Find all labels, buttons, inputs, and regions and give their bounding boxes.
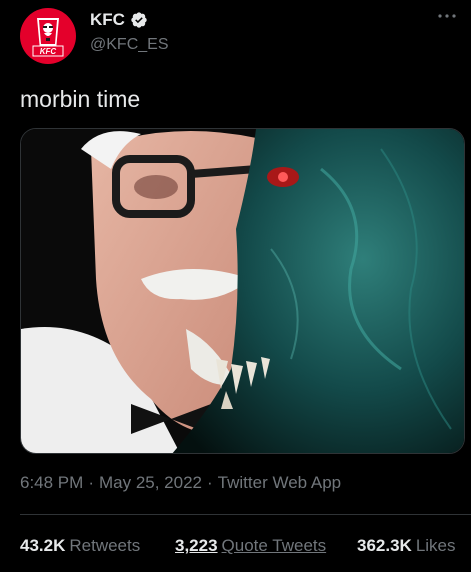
- handle[interactable]: @KFC_ES: [90, 36, 168, 54]
- likes-label: Likes: [415, 536, 456, 555]
- divider: [20, 514, 471, 515]
- quote-tweets-label: Quote Tweets: [221, 536, 327, 555]
- retweets-count: 43.2K: [20, 536, 66, 555]
- meta-separator: ·: [207, 473, 213, 492]
- kfc-logo-icon: KFC: [32, 18, 64, 57]
- likes-stat[interactable]: 362.3K Likes: [357, 536, 456, 556]
- tweet-source[interactable]: Twitter Web App: [218, 473, 341, 492]
- tweet-meta: 6:48 PM · May 25, 2022 · Twitter Web App: [20, 473, 341, 493]
- name-row: KFC: [90, 10, 148, 30]
- retweets-stat[interactable]: 43.2K Retweets: [20, 536, 140, 556]
- avatar-label: KFC: [40, 47, 57, 56]
- tweet-media[interactable]: [20, 128, 465, 454]
- meta-separator: ·: [88, 473, 94, 492]
- display-name[interactable]: KFC: [90, 10, 125, 30]
- likes-count: 362.3K: [357, 536, 412, 555]
- more-horizontal-icon[interactable]: [435, 6, 459, 26]
- verified-badge-icon: [131, 12, 147, 28]
- tweet-header: KFC KFC @KFC_ES: [0, 0, 471, 70]
- tweet-time[interactable]: 6:48 PM: [20, 473, 83, 492]
- quote-tweets-count: 3,223: [175, 536, 218, 555]
- quote-tweets-stat[interactable]: 3,223 Quote Tweets: [175, 536, 326, 556]
- media-image: [21, 129, 464, 453]
- avatar[interactable]: KFC: [20, 8, 76, 64]
- tweet-date[interactable]: May 25, 2022: [99, 473, 202, 492]
- tweet-text: morbin time: [20, 86, 141, 112]
- retweets-label: Retweets: [69, 536, 141, 555]
